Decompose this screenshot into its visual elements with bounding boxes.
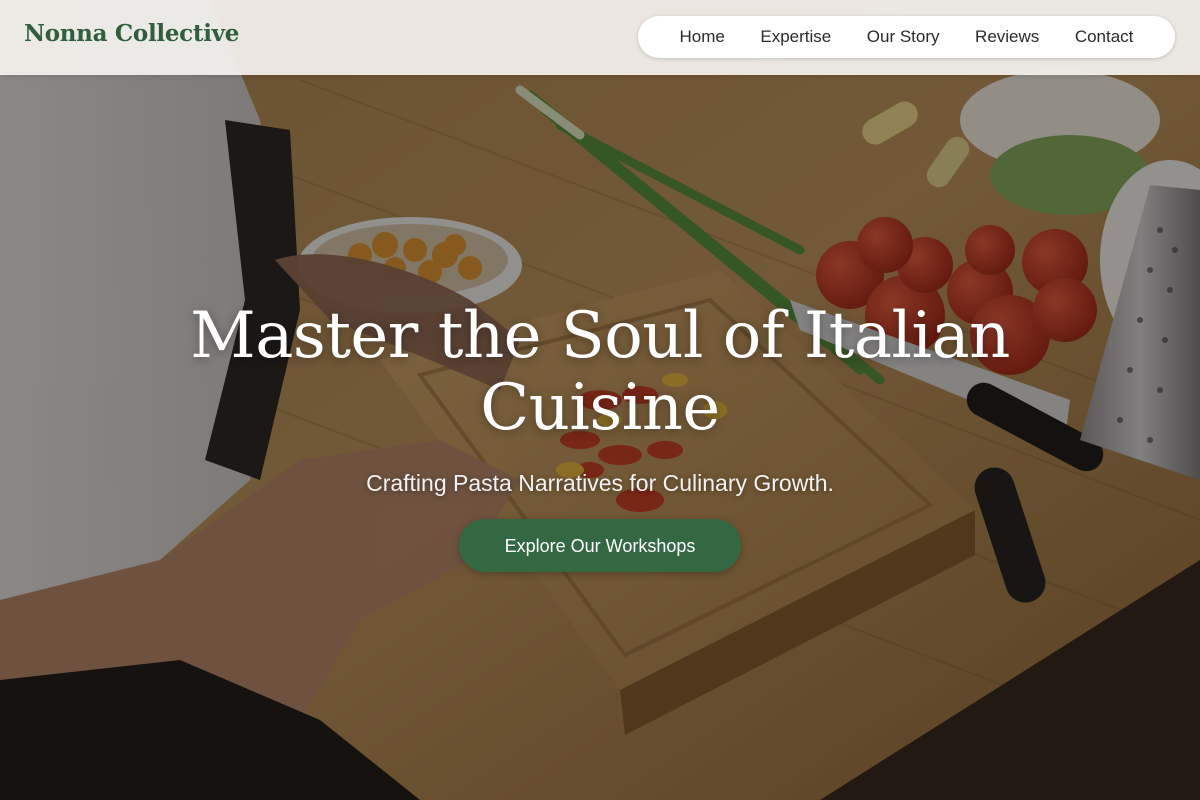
nav-link-reviews[interactable]: Reviews (975, 27, 1039, 47)
main-nav: Home Expertise Our Story Reviews Contact (638, 16, 1175, 58)
brand-logo[interactable]: Nonna Collective (24, 20, 239, 47)
hero-title: Master the Soul of Italian Cuisine (190, 299, 1010, 445)
nav-link-our-story[interactable]: Our Story (867, 27, 940, 47)
nav-link-expertise[interactable]: Expertise (760, 27, 831, 47)
site-header: Nonna Collective Home Expertise Our Stor… (0, 0, 1200, 75)
nav-link-contact[interactable]: Contact (1075, 27, 1134, 47)
hero-content: Master the Soul of Italian Cuisine Craft… (0, 300, 1200, 572)
hero-subtitle: Crafting Pasta Narratives for Culinary G… (366, 470, 834, 496)
nav-link-home[interactable]: Home (680, 27, 725, 47)
explore-workshops-button[interactable]: Explore Our Workshops (459, 519, 741, 572)
